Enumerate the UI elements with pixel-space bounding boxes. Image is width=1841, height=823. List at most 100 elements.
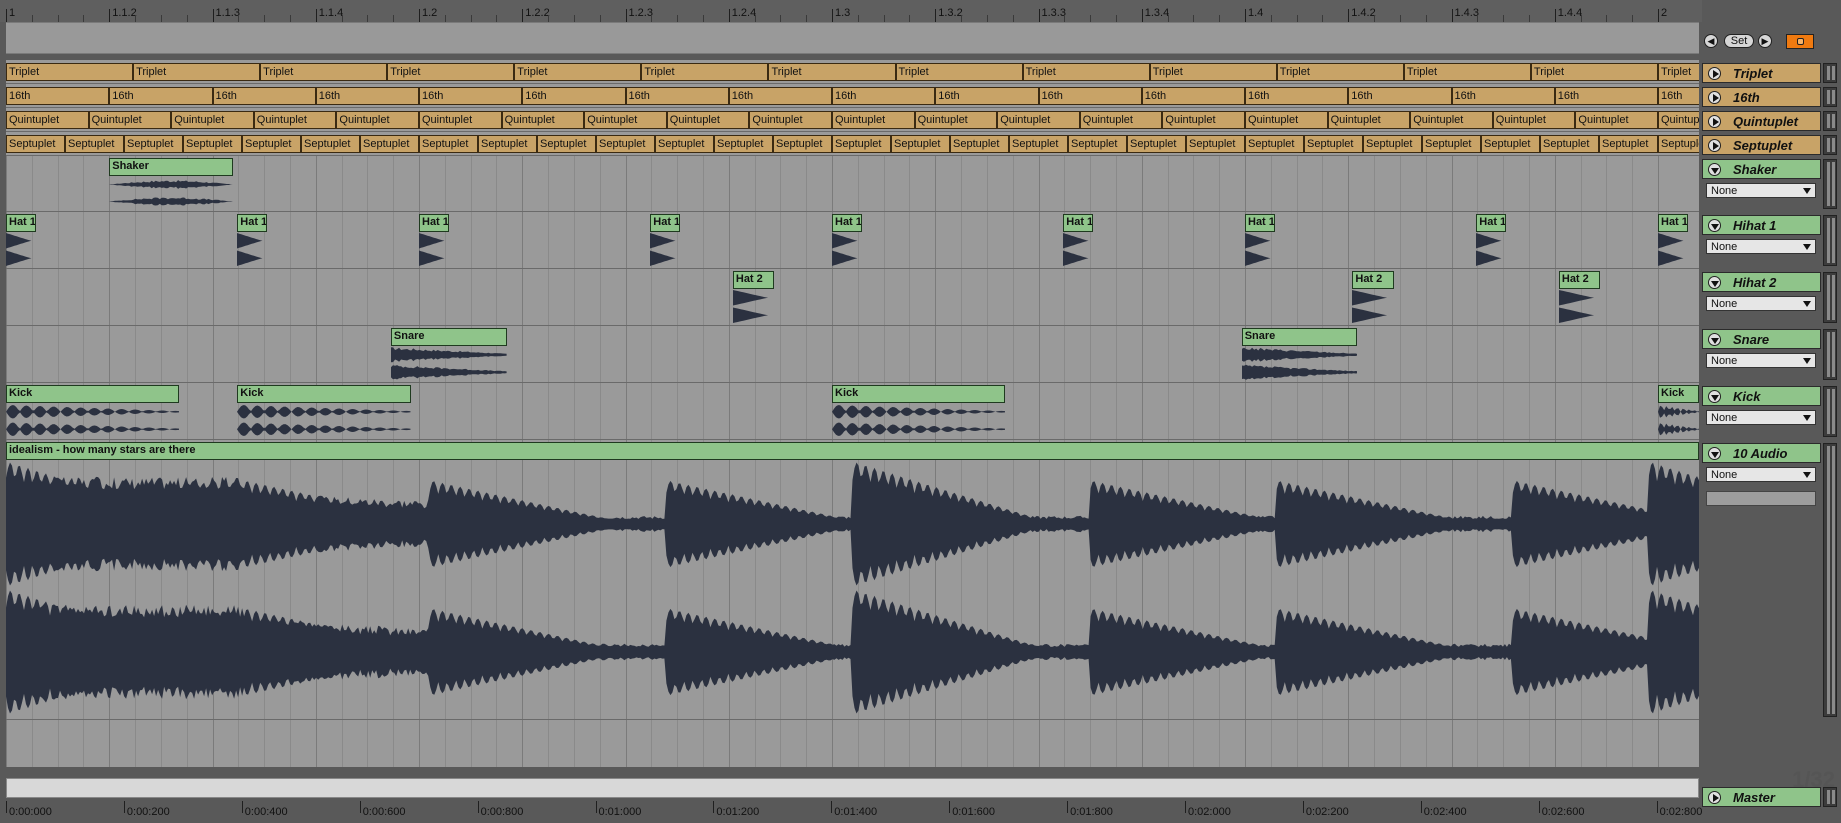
clip-header[interactable]: Kick [7, 386, 179, 402]
locator-clip[interactable]: Septuplet [1068, 135, 1127, 153]
play-icon[interactable] [1708, 91, 1721, 104]
fold-icon[interactable] [1708, 163, 1721, 176]
audio-clip[interactable]: Hat 1 [419, 214, 449, 232]
audio-clip[interactable]: Hat 1 [237, 214, 267, 232]
locator-clip[interactable]: 16th [832, 87, 936, 105]
track-title-bar[interactable]: Septuplet [1702, 135, 1821, 155]
horizontal-scroll-strip[interactable] [6, 778, 1699, 798]
audio-clip[interactable]: Kick [6, 385, 180, 403]
audio-clip[interactable]: Kick [1658, 385, 1699, 403]
arrangement-view[interactable]: Triplet Triplet Triplet Triplet Triplet Tripl… [6, 60, 1699, 767]
clip-header[interactable]: Hat 1 [238, 215, 266, 231]
locator-clip[interactable]: Triplet [1022, 63, 1150, 81]
lane-septuplet[interactable]: Septuplet Septuplet Septuplet Septuplet Sept… [6, 132, 1699, 156]
play-icon[interactable] [1708, 139, 1721, 152]
locator-clip[interactable]: Septuplet [1599, 135, 1658, 153]
clip-header[interactable]: Hat 1 [420, 215, 448, 231]
locator-clip[interactable]: Septuplet [537, 135, 596, 153]
locator-clip[interactable]: Quintuplet [914, 111, 998, 129]
next-locator-button[interactable]: ▶ [1758, 34, 1772, 48]
locator-clip[interactable]: Quintuplet [1575, 111, 1658, 129]
locator-clip[interactable]: Septuplet [891, 135, 950, 153]
audio-clip[interactable]: Snare [1241, 328, 1358, 346]
lane-snare[interactable]: Snare Snare [6, 326, 1699, 383]
locator-clip[interactable]: 16th [212, 87, 316, 105]
locator-clip[interactable]: 16th [522, 87, 626, 105]
track-header-septuplet[interactable]: Septuplet [1702, 135, 1821, 155]
audio-clip[interactable]: Shaker [109, 158, 234, 176]
clip-header[interactable]: Kick [238, 386, 410, 402]
lock-button[interactable] [1786, 34, 1814, 49]
time-ruler[interactable]: 0:00:000 0:00:200 0:00:400 0:00:600 0:00:800… [0, 799, 1702, 823]
locator-clip[interactable]: 16th [728, 87, 832, 105]
input-type-select[interactable]: None [1706, 296, 1816, 311]
locator-clip[interactable]: 16th [625, 87, 729, 105]
track-header-shaker[interactable]: Shaker None [1702, 159, 1821, 209]
fold-icon[interactable] [1708, 219, 1721, 232]
lane-kick[interactable]: Kick Kick Kick Kick [6, 383, 1699, 440]
locator-clip[interactable]: Septuplet [1422, 135, 1481, 153]
track-title-bar[interactable]: Hihat 2 [1702, 272, 1821, 292]
track-title-bar[interactable]: Master [1702, 787, 1821, 807]
locator-clip[interactable]: Triplet [1276, 63, 1404, 81]
locator-clip[interactable]: 16th [1141, 87, 1245, 105]
audio-clip[interactable]: Hat 1 [650, 214, 680, 232]
track-title-bar[interactable]: 10 Audio [1702, 443, 1821, 463]
locator-clip[interactable]: Triplet [895, 63, 1023, 81]
locator-clip[interactable]: Septuplet [1009, 135, 1068, 153]
play-icon[interactable] [1708, 115, 1721, 128]
locator-clip[interactable]: Triplet [1403, 63, 1531, 81]
locator-clip[interactable]: 16th [1348, 87, 1452, 105]
clip-header[interactable]: Hat 1 [1477, 215, 1505, 231]
arrangement-overview[interactable] [6, 22, 1699, 54]
locator-clip[interactable]: Triplet [1658, 63, 1699, 81]
locator-clip[interactable]: Quintuplet [336, 111, 419, 129]
locator-clip[interactable]: Quintuplet [501, 111, 585, 129]
locator-clip[interactable]: Quintuplet [6, 111, 89, 129]
audio-clip[interactable]: Kick [832, 385, 1006, 403]
lane-shaker[interactable]: Shaker [6, 156, 1699, 212]
audio-clip[interactable]: idealism - how many stars are there [6, 442, 1699, 460]
lane-hihat1[interactable]: Hat 1 Hat 1 Hat 1 Hat 1 Hat 1 Hat 1 Hat 1 Hat 1… [6, 212, 1699, 269]
clip-header[interactable]: idealism - how many stars are there [7, 443, 1698, 459]
locator-clip[interactable]: 16th [1451, 87, 1555, 105]
locator-clip[interactable]: Septuplet [242, 135, 301, 153]
locator-clip[interactable]: Septuplet [65, 135, 124, 153]
previous-locator-button[interactable]: ◀ [1704, 34, 1718, 48]
lane-triplet[interactable]: Triplet Triplet Triplet Triplet Triplet Tripl… [6, 60, 1699, 84]
beat-ruler[interactable]: 1 1.1.2 1.1.3 1.1.4 1.2 1.2.2 1.2.3 1.2.4 1.3 1.3… [0, 0, 1702, 22]
audio-clip[interactable]: Hat 1 [1245, 214, 1275, 232]
audio-clip[interactable]: Hat 1 [1658, 214, 1688, 232]
locator-clip[interactable]: Quintuplet [666, 111, 750, 129]
lane-hihat2[interactable]: Hat 2 Hat 2 Hat 2 [6, 269, 1699, 326]
lane-audio10[interactable]: idealism - how many stars are there [6, 440, 1699, 720]
locator-clip[interactable]: Septuplet [124, 135, 183, 153]
locator-clip[interactable]: Triplet [133, 63, 261, 81]
track-title-bar[interactable]: Quintuplet [1702, 111, 1821, 131]
locator-clip[interactable]: Quintuplet [1245, 111, 1328, 129]
lane-sixteenth[interactable]: 16th 16th 16th 16th 16th 16th 16th 16th 16th 16th… [6, 84, 1699, 108]
input-channel-box[interactable] [1706, 491, 1816, 506]
clip-header[interactable]: Hat 1 [1246, 215, 1274, 231]
clip-header[interactable]: Hat 1 [1064, 215, 1092, 231]
locator-clip[interactable]: 16th [1554, 87, 1658, 105]
clip-header[interactable]: Shaker [110, 159, 233, 175]
locator-clip[interactable]: Quintuplet [1492, 111, 1576, 129]
lane-quintuplet[interactable]: Quintuplet Quintuplet Quintuplet Quintuplet… [6, 108, 1699, 132]
play-icon[interactable] [1708, 791, 1721, 804]
locator-clip[interactable]: Triplet [1149, 63, 1277, 81]
locator-clip[interactable]: Septuplet [1363, 135, 1422, 153]
locator-clip[interactable]: Septuplet [1186, 135, 1245, 153]
locator-clip[interactable]: Septuplet [360, 135, 419, 153]
locator-clip[interactable]: Triplet [1530, 63, 1658, 81]
track-header-kick[interactable]: Kick None [1702, 386, 1821, 437]
audio-clip[interactable]: Hat 2 [1558, 271, 1601, 289]
audio-clip[interactable]: Hat 2 [732, 271, 775, 289]
locator-clip[interactable]: Triplet [641, 63, 769, 81]
locator-clip[interactable]: Quintuplet [253, 111, 337, 129]
track-header-hihat2[interactable]: Hihat 2 None [1702, 272, 1821, 323]
locator-clip[interactable]: Septuplet [714, 135, 773, 153]
locator-clip[interactable]: Septuplet [419, 135, 478, 153]
locator-clip[interactable]: Quintuplet [1327, 111, 1411, 129]
track-header-quintuplet[interactable]: Quintuplet [1702, 111, 1821, 131]
